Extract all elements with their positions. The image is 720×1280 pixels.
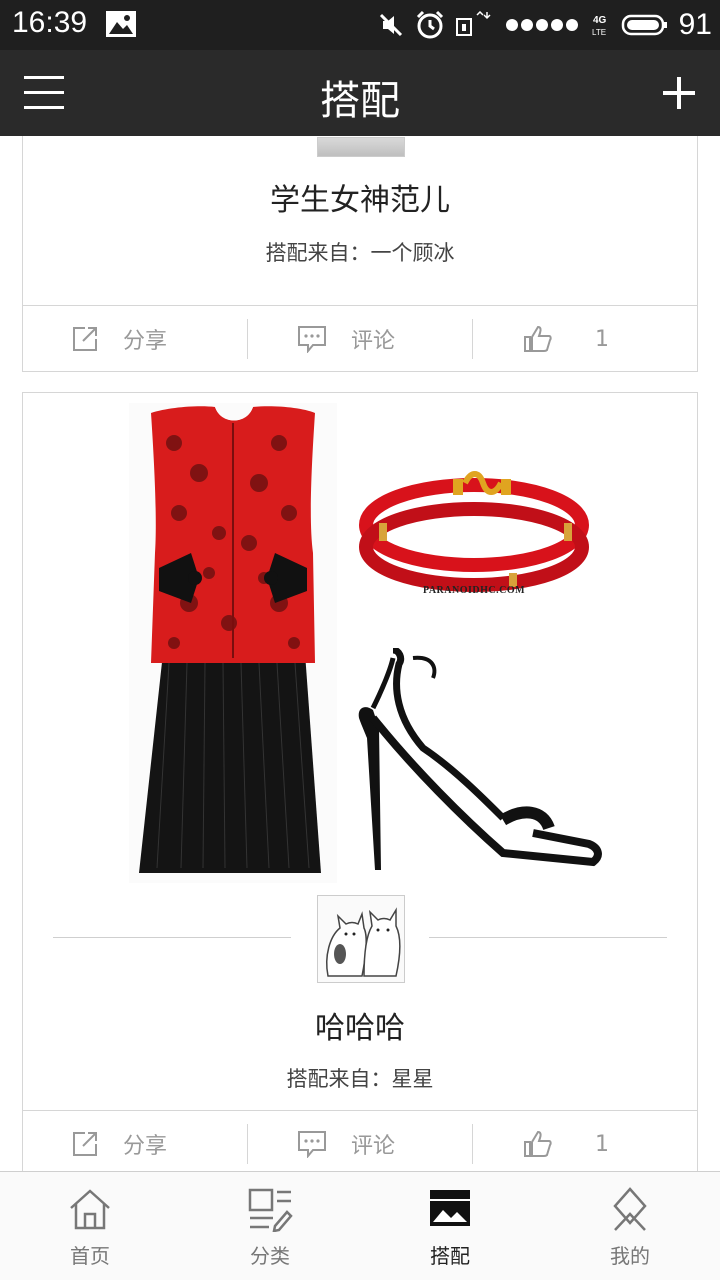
outfit-dress-image[interactable] [129,403,337,883]
divider [247,1124,248,1164]
divider [472,319,473,359]
card-actions: 分享 评论 1 [23,1110,697,1171]
share-button[interactable]: 分享 [71,306,167,372]
outfit-card[interactable]: PARANOIDHC.COM 哈哈哈 搭配来自：星星 分享 评论 1 [22,392,698,1171]
outfit-shoe-image[interactable] [353,648,603,883]
svg-text:4G: 4G [593,15,607,26]
status-bar: 16:39 4G LTE 91 [0,0,720,50]
comment-button[interactable]: 评论 [297,1111,395,1171]
divider [472,1124,473,1164]
thumbs-up-icon [524,325,552,352]
author-avatar[interactable] [317,895,405,983]
nav-label: 首页 [70,1244,110,1268]
thumbs-up-icon [524,1130,552,1157]
profile-icon [613,1187,647,1231]
category-icon [248,1188,293,1232]
outfit-bracelet-image[interactable] [359,463,589,603]
signal-dots-icon [505,19,578,31]
outfit-title: 学生女神范儿 [270,183,450,218]
nav-item-outfit[interactable]: 搭配 [360,1172,540,1280]
battery-percentage: 91 [678,8,712,41]
nav-item-category[interactable]: 分类 [180,1172,360,1280]
sim-icon [455,11,491,36]
home-icon [70,1189,110,1230]
comment-icon [298,326,326,353]
share-label: 分享 [123,1134,168,1159]
outfit-author: 搭配来自：一个顾冰 [265,241,455,265]
svg-text:LTE: LTE [592,28,606,37]
alarm-icon [416,10,443,39]
divider [247,319,248,359]
like-button[interactable]: 1 [523,306,609,372]
app-header: 搭配 [0,50,720,136]
nav-label: 我的 [610,1244,650,1268]
comment-icon [298,1131,326,1158]
nav-item-profile[interactable]: 我的 [540,1172,720,1280]
author-avatar[interactable] [317,137,405,157]
outfit-icon [430,1190,470,1226]
outfit-feed[interactable]: 学生女神范儿 搭配来自：一个顾冰 分享 评论 1 PARANOIDHC.COM … [0,136,720,1171]
add-icon[interactable] [662,76,696,110]
share-icon [73,327,97,351]
nav-item-home[interactable]: 首页 [0,1172,180,1280]
page-title: 搭配 [320,78,400,124]
share-icon [73,1132,97,1156]
bottom-nav: 首页 分类 搭配 我的 [0,1171,720,1280]
share-label: 分享 [123,329,168,354]
comment-label: 评论 [351,329,396,354]
mute-icon [379,13,402,37]
outfit-card[interactable]: 学生女神范儿 搭配来自：一个顾冰 分享 评论 1 [22,136,698,372]
divider-line [53,937,291,938]
outfit-author: 搭配来自：星星 [286,1067,434,1091]
comment-label: 评论 [351,1134,396,1159]
like-button[interactable]: 1 [523,1111,609,1171]
like-count: 1 [595,1131,609,1157]
network-4g-icon: 4G LTE [592,15,607,37]
cats-avatar-icon [326,907,401,977]
share-button[interactable]: 分享 [71,1111,167,1171]
image-notification-icon [106,11,136,37]
comment-button[interactable]: 评论 [297,306,395,372]
card-actions: 分享 评论 1 [23,305,697,371]
battery-icon [621,14,667,36]
outfit-title: 哈哈哈 [315,1011,405,1046]
divider-line [429,937,667,938]
status-time: 16:39 [12,6,88,39]
nav-label: 分类 [250,1244,290,1268]
like-count: 1 [595,326,609,352]
nav-label: 搭配 [430,1244,470,1268]
status-icons: 4G LTE 91 [377,0,712,50]
brand-watermark: PARANOIDHC.COM [422,585,526,596]
